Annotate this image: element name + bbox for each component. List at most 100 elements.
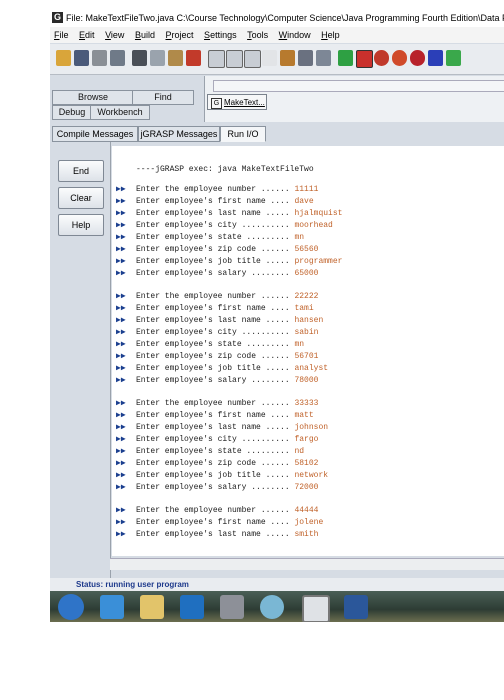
- prompt-arrow-icon: ▶▶: [116, 411, 126, 420]
- editor-scrollbar[interactable]: [213, 80, 504, 92]
- console-line: ▶▶ Enter employee's salary ........ 78000: [116, 375, 318, 387]
- prompt-text: Enter the employee number ......: [136, 399, 295, 408]
- console-line: ▶▶ Enter employee's last name ..... hanse…: [116, 315, 323, 327]
- menu-settings[interactable]: Settings: [200, 27, 241, 43]
- uml-icon[interactable]: [280, 50, 295, 66]
- menu-help[interactable]: Help: [317, 27, 344, 43]
- prompt-arrow-icon: ▶▶: [116, 185, 126, 194]
- input-value: 33333: [294, 399, 319, 408]
- green-square-icon[interactable]: [446, 50, 461, 66]
- start-orb-icon[interactable]: [58, 594, 84, 620]
- prompt-text: Enter employee's state .........: [136, 340, 295, 349]
- end-button[interactable]: End: [58, 160, 104, 182]
- applet-icon[interactable]: [392, 50, 407, 66]
- debug-bug-icon[interactable]: [374, 50, 389, 66]
- windows-taskbar: [50, 591, 504, 622]
- input-value: analyst: [294, 364, 329, 373]
- tab-debug[interactable]: Debug: [52, 105, 92, 120]
- file-explorer-icon[interactable]: [140, 595, 164, 619]
- input-value: nd: [294, 447, 305, 456]
- file-tab-maketext[interactable]: G MakeText...: [207, 94, 267, 110]
- menu-build[interactable]: Build: [131, 27, 159, 43]
- console-line: ▶▶ Enter employee's job title ..... analy…: [116, 363, 328, 375]
- usb-drive-icon[interactable]: [220, 595, 244, 619]
- prompt-arrow-icon: ▶▶: [116, 316, 126, 325]
- input-value: moorhead: [294, 221, 333, 230]
- prompt-arrow-icon: ▶▶: [116, 471, 126, 480]
- prompt-arrow-icon: ▶▶: [116, 269, 126, 278]
- paste-icon[interactable]: [168, 50, 183, 66]
- prompt-text: Enter employee's job title .....: [136, 257, 295, 266]
- run-icon[interactable]: [356, 50, 373, 68]
- input-value: 65000: [294, 269, 319, 278]
- console-line: ▶▶ Enter the employee number ...... 33333: [116, 398, 318, 410]
- prompt-text: Enter employee's zip code ......: [136, 352, 295, 361]
- menu-view[interactable]: View: [101, 27, 128, 43]
- input-value: dave: [294, 197, 314, 206]
- input-value: johnson: [294, 423, 329, 432]
- tab-browse[interactable]: Browse: [52, 90, 134, 105]
- open-folder-icon[interactable]: [56, 50, 71, 66]
- menu-edit[interactable]: Edit: [75, 27, 99, 43]
- prompt-text: Enter the employee number ......: [136, 292, 295, 301]
- tab-compile-messages[interactable]: Compile Messages: [52, 126, 138, 142]
- clear-button[interactable]: Clear: [58, 187, 104, 209]
- jgrasp-app-icon: G: [52, 12, 63, 23]
- input-value: mn: [294, 340, 305, 349]
- menu-file[interactable]: File: [50, 27, 73, 43]
- prompt-arrow-icon: ▶▶: [116, 483, 126, 492]
- prompt-arrow-icon: ▶▶: [116, 518, 126, 527]
- prompt-arrow-icon: ▶▶: [116, 364, 126, 373]
- prompt-text: Enter employee's city ..........: [136, 435, 295, 444]
- console-line: ▶▶ Enter employee's state ......... mn: [116, 339, 304, 351]
- console-line: ▶▶ Enter employee's city .......... sabin: [116, 327, 318, 339]
- console-line: ▶▶ Enter employee's city .......... moorh…: [116, 220, 333, 232]
- console-line: ▶▶ Enter employee's first name .... tami: [116, 303, 314, 315]
- menu-tools[interactable]: Tools: [243, 27, 272, 43]
- save-all-icon[interactable]: [92, 50, 107, 66]
- prompt-text: Enter employee's first name ....: [136, 518, 295, 527]
- remove-csd-icon[interactable]: [226, 50, 243, 68]
- run-io-console[interactable]: ----jGRASP exec: java MakeTextFileTwo ▶▶ E…: [112, 146, 504, 556]
- undo-icon[interactable]: [186, 50, 201, 66]
- input-value: fargo: [294, 435, 319, 444]
- internet-explorer-icon[interactable]: [100, 595, 124, 619]
- jgrasp-taskbar-icon[interactable]: [302, 595, 330, 622]
- prompt-arrow-icon: ▶▶: [116, 435, 126, 444]
- input-value: sabin: [294, 328, 319, 337]
- prompt-text: Enter employee's last name .....: [136, 316, 295, 325]
- tab-find[interactable]: Find: [132, 90, 194, 105]
- fold-icon[interactable]: [244, 50, 261, 68]
- prompt-text: Enter employee's zip code ......: [136, 459, 295, 468]
- prompt-arrow-icon: ▶▶: [116, 292, 126, 301]
- cut-icon[interactable]: [132, 50, 147, 66]
- generate-csd-icon[interactable]: [208, 50, 225, 68]
- tab-run-io[interactable]: Run I/O: [220, 126, 266, 142]
- breakpoint-icon[interactable]: [262, 50, 277, 66]
- console-line: ▶▶ Enter employee's zip code ...... 56560: [116, 244, 318, 256]
- debug-applet-icon[interactable]: [410, 50, 425, 66]
- compile-plus-icon[interactable]: [338, 50, 353, 66]
- prompt-text: Enter the employee number ......: [136, 185, 295, 194]
- help-button[interactable]: Help: [58, 214, 104, 236]
- status-text: Status: running user program: [76, 580, 189, 589]
- structure-icon[interactable]: [298, 50, 313, 66]
- console-line: ▶▶ Enter employee's first name .... dave: [116, 196, 314, 208]
- console-horizontal-scrollbar[interactable]: [110, 558, 504, 570]
- menu-project[interactable]: Project: [162, 27, 198, 43]
- chrome-icon[interactable]: [260, 595, 284, 619]
- print-icon[interactable]: [110, 50, 125, 66]
- editor-panel: G MakeText...: [204, 76, 504, 122]
- interface-icon[interactable]: [316, 50, 331, 66]
- tab-workbench[interactable]: Workbench: [90, 105, 150, 120]
- copy-icon[interactable]: [150, 50, 165, 66]
- stop-icon[interactable]: [428, 50, 443, 66]
- media-player-icon[interactable]: [180, 595, 204, 619]
- tab-jgrasp-messages[interactable]: jGRASP Messages: [138, 126, 220, 142]
- console-line: ▶▶ Enter employee's state ......... mn: [116, 232, 304, 244]
- menu-window[interactable]: Window: [275, 27, 315, 43]
- save-icon[interactable]: [74, 50, 89, 66]
- word-icon[interactable]: [344, 595, 368, 619]
- prompt-text: Enter employee's last name .....: [136, 530, 295, 539]
- prompt-text: Enter employee's job title .....: [136, 471, 295, 480]
